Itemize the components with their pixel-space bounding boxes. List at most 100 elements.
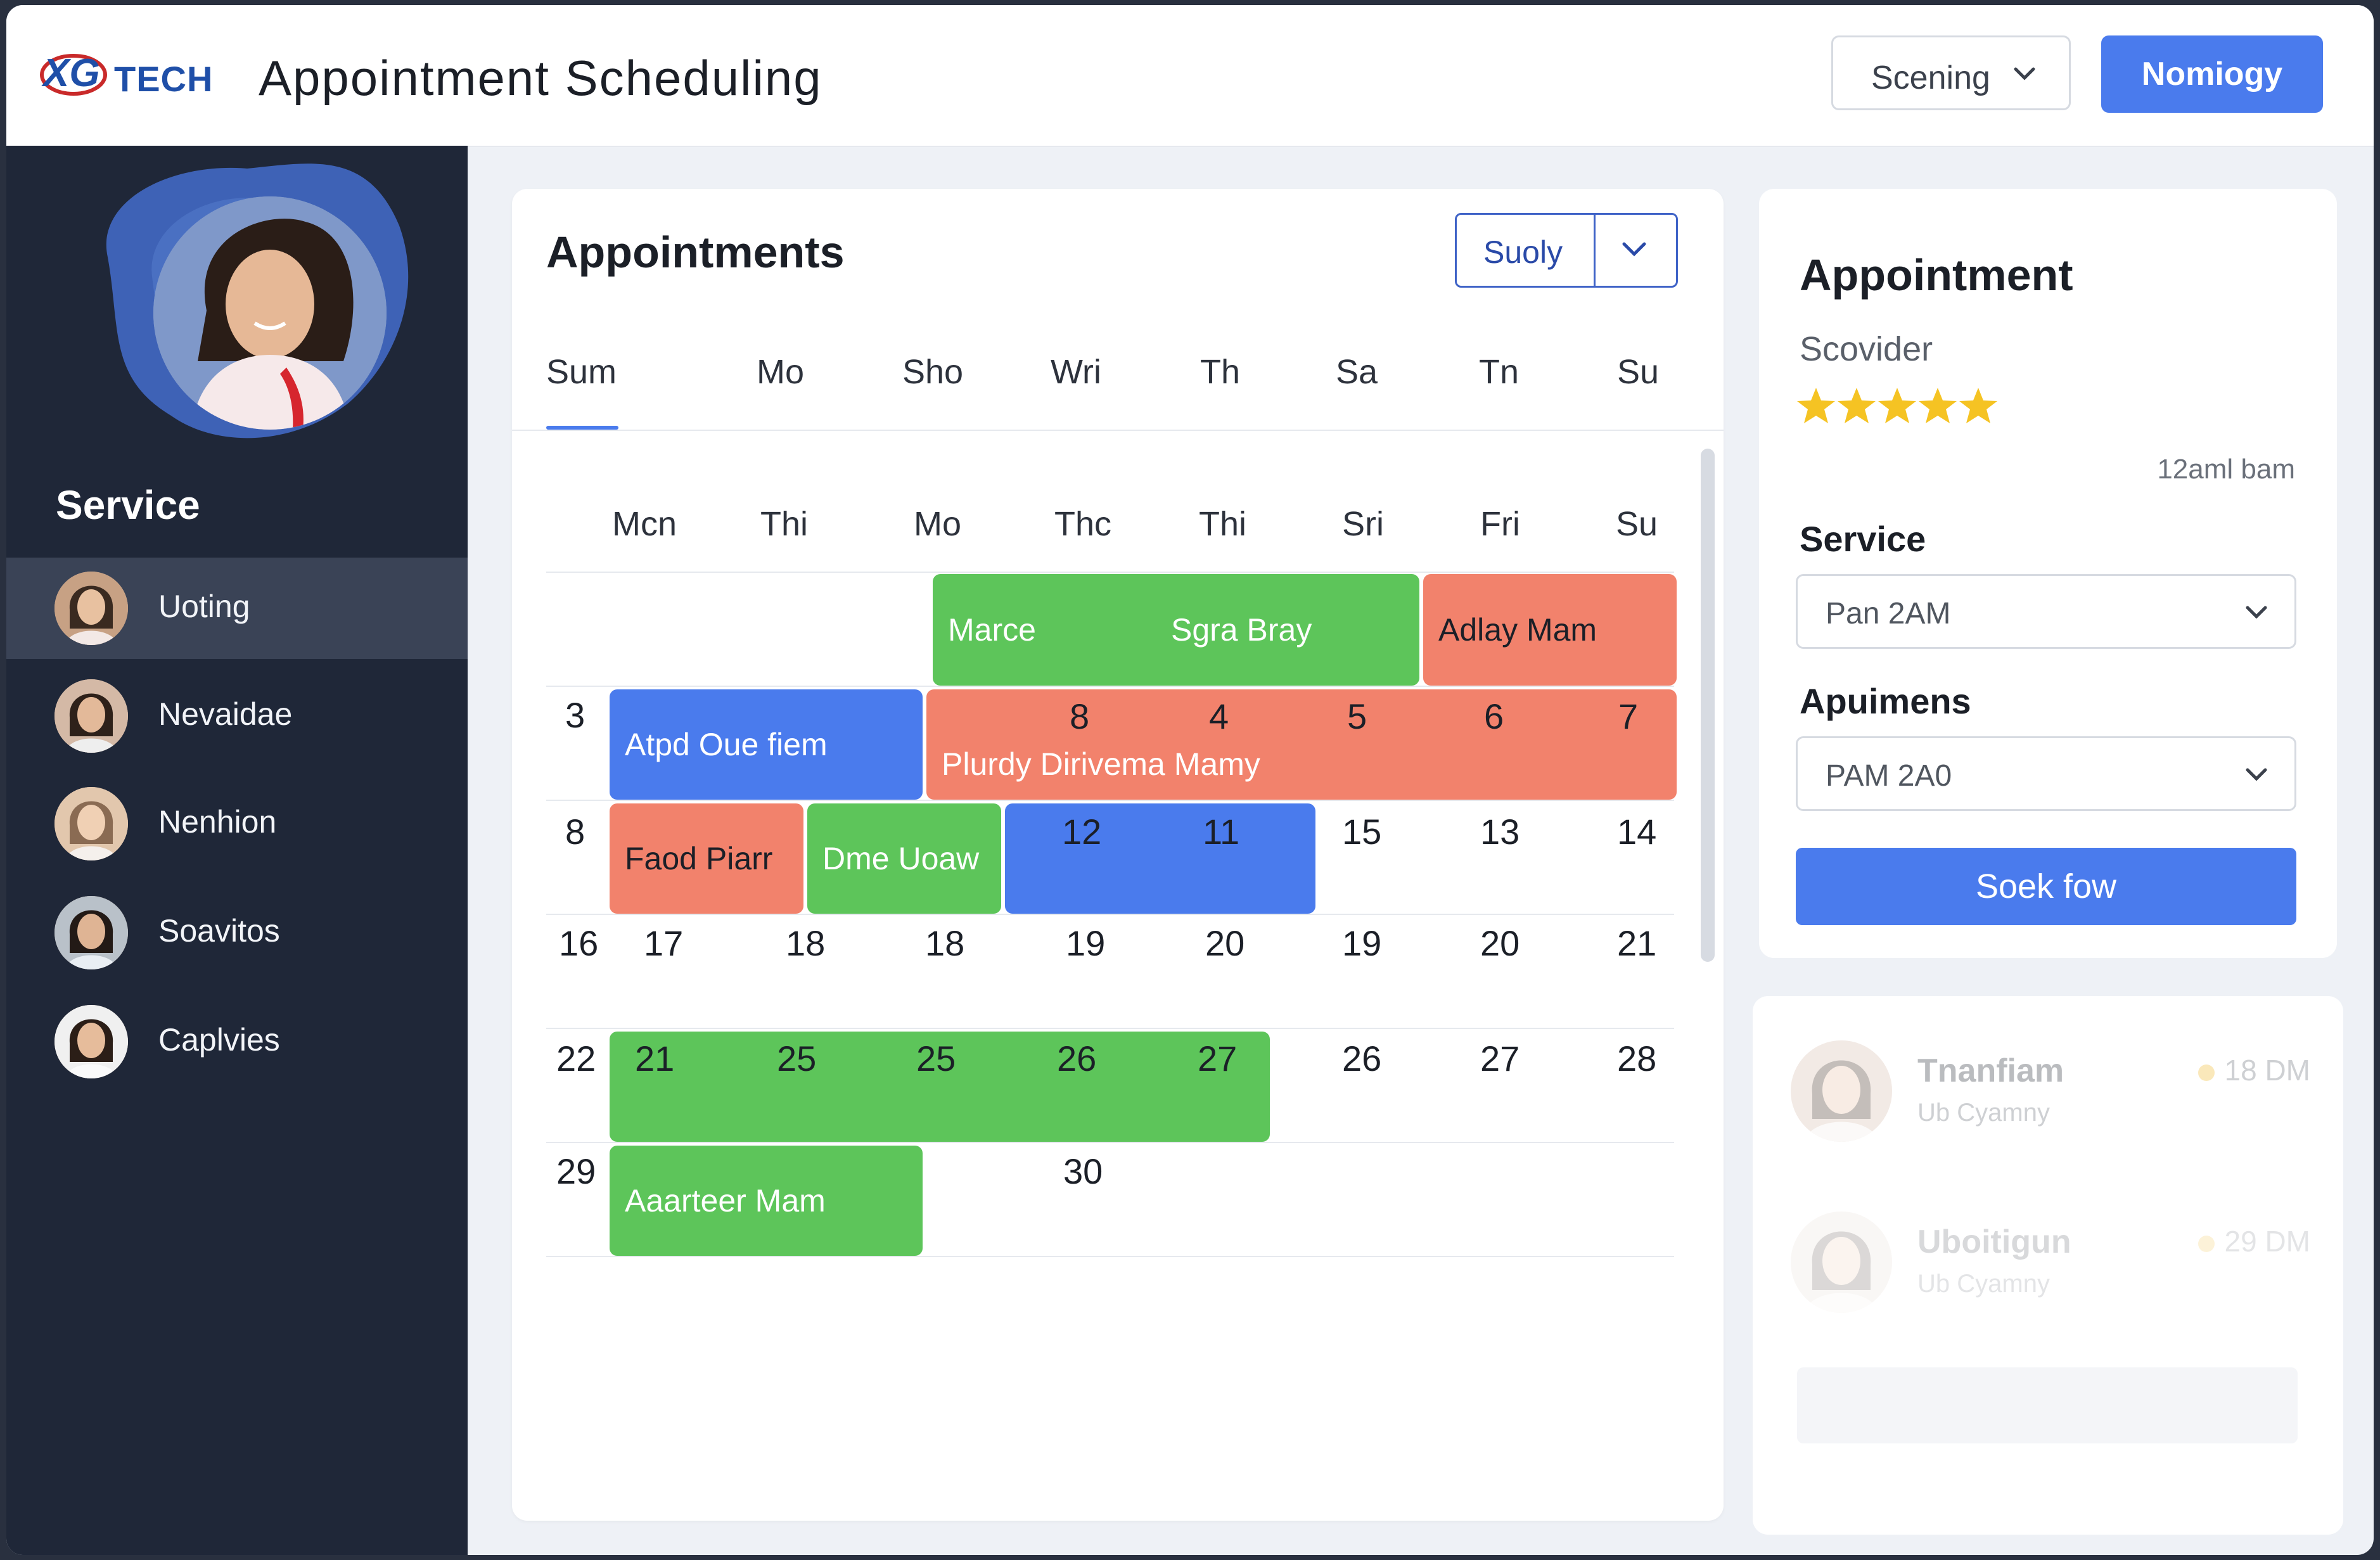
list-item-time: 29 DM <box>2198 1224 2310 1258</box>
date-cell[interactable]: 14 <box>1617 811 1656 852</box>
page-title: Appointment Scheduling <box>259 50 822 106</box>
header-dropdown[interactable]: Scening <box>1831 35 2071 110</box>
date-cell[interactable]: 13 <box>1480 811 1519 852</box>
list-item[interactable]: Uboitigun Ub Cyamny 29 DM <box>1791 1212 2310 1319</box>
grid-row-divider <box>546 686 1674 687</box>
tab-week-sa[interactable]: Sa <box>1336 352 1378 392</box>
sidebar-item-soavitos[interactable]: Soavitos <box>6 882 468 983</box>
book-button[interactable]: Soek fow <box>1796 848 2296 925</box>
appointments-label: Apuimens <box>1800 681 1971 721</box>
date-cell[interactable]: 22 <box>556 1038 596 1079</box>
date-cell: 21 <box>635 1039 675 1078</box>
date-cell[interactable]: 18 <box>786 923 825 964</box>
sidebar-item-caplvies[interactable]: Caplvies <box>6 991 468 1092</box>
event-block[interactable]: Marce Sgra Bray <box>933 574 1419 686</box>
tab-divider <box>512 430 1724 431</box>
date-cell[interactable]: 21 <box>1617 923 1656 964</box>
list-item[interactable]: Tnanfiam Ub Cyamny 18 DM <box>1791 1040 2310 1148</box>
list-item-subtitle: Ub Cyamny <box>1917 1099 2050 1127</box>
top-header: XG TECH Appointment Scheduling Scening N… <box>6 5 2374 147</box>
list-action-button[interactable] <box>1797 1367 2298 1443</box>
calendar-title: Appointments <box>546 227 845 277</box>
tab-week-th[interactable]: Th <box>1200 352 1240 392</box>
date-cell: 27 <box>1198 1039 1238 1078</box>
calendar-scrollbar[interactable] <box>1701 449 1715 962</box>
sidebar-item-label: Uoting <box>158 589 250 624</box>
date-cell[interactable]: 19 <box>1342 923 1381 964</box>
grid-row-divider <box>546 914 1674 915</box>
date-cell[interactable]: 19 <box>1066 923 1105 964</box>
sidebar-item-label: Soavitos <box>158 913 280 949</box>
calendar-filter-dropdown[interactable]: Suoly <box>1455 213 1678 288</box>
service-select[interactable]: Pan 2AM <box>1796 574 2296 649</box>
sidebar-item-nenhion[interactable]: Nenhion <box>6 773 468 874</box>
day-header: Mo <box>914 505 962 543</box>
tab-week-mo[interactable]: Mo <box>757 352 804 392</box>
sidebar: Service Uoting Nevaidae Nenhion Soavitos <box>6 146 468 1555</box>
event-block[interactable]: 21 25 25 26 27 <box>610 1032 1270 1142</box>
date-cell[interactable]: 16 <box>559 923 598 964</box>
date-cell[interactable]: 29 <box>556 1151 596 1192</box>
header-dropdown-label: Scening <box>1871 60 1990 96</box>
date-cell: 25 <box>916 1039 956 1078</box>
date-cell: 26 <box>1057 1039 1097 1078</box>
date-cell[interactable]: 20 <box>1480 923 1519 964</box>
event-block[interactable]: Dme Uoaw <box>807 803 1001 914</box>
header-primary-button[interactable]: Nomiogy <box>2101 35 2323 113</box>
event-label: Atpd Oue fiem <box>625 727 828 762</box>
event-block[interactable]: Adlay Mam <box>1423 574 1677 686</box>
day-header: Mcn <box>612 505 677 543</box>
date-cell: 7 <box>1618 696 1639 736</box>
status-dot-icon <box>2198 1235 2215 1252</box>
rating-stars <box>1796 384 1999 432</box>
booking-title: Appointment <box>1800 250 2073 300</box>
provider-name: Scovider <box>1800 330 1933 368</box>
date-cell[interactable]: 17 <box>644 923 683 964</box>
profile-photo <box>153 196 387 430</box>
event-block[interactable]: Plurdy Dirivema Mamy 8 4 5 6 7 <box>926 689 1677 800</box>
date-cell[interactable]: 30 <box>1063 1151 1103 1192</box>
sidebar-item-uoting[interactable]: Uoting <box>6 558 468 659</box>
dropdown-divider <box>1594 215 1596 286</box>
tab-week-sho[interactable]: Sho <box>902 352 963 392</box>
date-cell[interactable]: 8 <box>565 811 585 852</box>
tab-week-sum[interactable]: Sum <box>546 352 617 392</box>
date-cell: 8 <box>1070 696 1090 736</box>
tab-week-wri[interactable]: Wri <box>1051 352 1101 392</box>
star-icons <box>1797 388 1997 423</box>
event-block[interactable]: 12 11 <box>1005 803 1315 914</box>
date-cell[interactable]: 15 <box>1342 811 1381 852</box>
sidebar-item-label: Caplvies <box>158 1022 280 1058</box>
svg-text:XG: XG <box>41 51 100 95</box>
event-label: Aaarteer Mam <box>625 1183 826 1218</box>
company-logo: XG TECH <box>38 42 241 112</box>
date-cell[interactable]: 27 <box>1480 1038 1519 1079</box>
profile-avatar <box>153 196 387 430</box>
date-cell[interactable]: 26 <box>1342 1038 1381 1079</box>
date-cell: 11 <box>1203 812 1240 852</box>
event-block[interactable]: Atpd Oue fiem <box>610 689 923 800</box>
avatar <box>54 787 128 860</box>
sidebar-item-nevaidae[interactable]: Nevaidae <box>6 665 468 767</box>
avatar <box>54 679 128 753</box>
date-cell[interactable]: 20 <box>1205 923 1244 964</box>
list-item-time-text: 18 DM <box>2224 1054 2310 1087</box>
appointments-select[interactable]: PAM 2A0 <box>1796 736 2296 811</box>
service-label: Service <box>1800 519 1926 559</box>
date-cell[interactable]: 18 <box>925 923 964 964</box>
event-block[interactable]: Faod Piarr <box>610 803 803 914</box>
date-cell: 12 <box>1062 812 1102 852</box>
event-label: Adlay Mam <box>1438 612 1597 648</box>
date-cell[interactable]: 28 <box>1617 1038 1656 1079</box>
chevron-down-icon <box>1622 242 1646 257</box>
calendar-filter-label: Suoly <box>1483 234 1563 270</box>
date-cell: 25 <box>777 1039 817 1078</box>
appointments-select-value: PAM 2A0 <box>1826 759 1952 793</box>
tab-week-tn[interactable]: Tn <box>1479 352 1519 392</box>
date-cell[interactable]: 3 <box>565 694 585 736</box>
status-dot-icon <box>2198 1064 2215 1081</box>
event-block[interactable]: Aaarteer Mam <box>610 1146 923 1256</box>
tab-week-su[interactable]: Su <box>1617 352 1659 392</box>
list-item-name: Tnanfiam <box>1917 1052 2064 1089</box>
chevron-down-icon <box>2246 606 2267 619</box>
